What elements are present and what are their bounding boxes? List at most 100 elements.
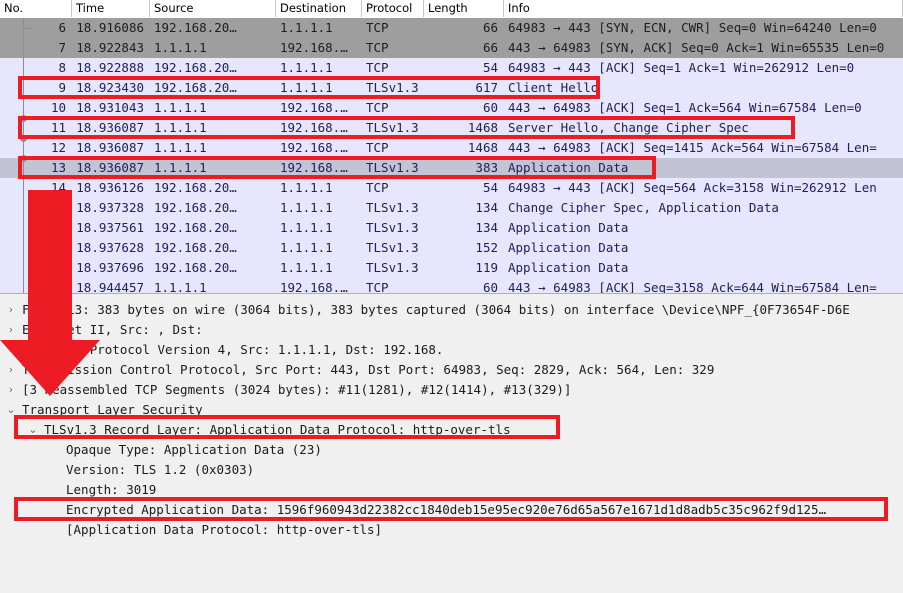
chevron-right-icon[interactable]: › [4, 360, 18, 380]
detail-row[interactable]: › [3 Reassembled TCP Segments (3024 bytes… [0, 380, 903, 400]
cell-source: 1.1.1.1 [154, 280, 207, 293]
detail-row[interactable]: Version: TLS 1.2 (0x0303) [0, 460, 903, 480]
flow-node [20, 115, 27, 122]
table-row[interactable]: 9 18.923430 192.168.20… 1.1.1.1 TLSv1.3 617 Cl… [0, 78, 903, 98]
detail-row-label: Encrypted Application Data: 1596f960943d… [66, 502, 827, 517]
detail-row[interactable]: ⌄ TLSv1.3 Record Layer: Application Data … [0, 420, 903, 440]
cell-time: 18.916086 [76, 20, 144, 35]
column-header-length[interactable]: Length [424, 0, 504, 17]
cell-length: 66 [482, 40, 498, 55]
wireshark-window: No. Time Source Destination Protocol Length In… [0, 0, 903, 593]
detail-row[interactable]: › Frame 13: 383 bytes on wire (3064 bits)… [0, 300, 903, 320]
table-row[interactable]: 18.937328 192.168.20… 1.1.1.1 TLSv1.3 134 Cha… [0, 198, 903, 218]
cell-info: 443 → 64983 [ACK] Seq=1415 Ack=564 Win=6… [508, 140, 877, 155]
cell-protocol: TCP [366, 40, 389, 55]
cell-time: 18.931043 [76, 100, 144, 115]
cell-info: Application Data [508, 240, 629, 255]
cell-source: 192.168.20… [154, 240, 237, 255]
cell-destination: 1.1.1.1 [280, 200, 333, 215]
flow-node [20, 155, 27, 162]
detail-row-label: TLSv1.3 Record Layer: Application Data P… [44, 422, 511, 437]
chevron-right-icon[interactable]: › [4, 300, 18, 320]
cell-destination: 1.1.1.1 [280, 260, 333, 275]
cell-source: 1.1.1.1 [154, 120, 207, 135]
tcp-stream-flow-gutter [0, 18, 33, 293]
cell-source: 192.168.20… [154, 200, 237, 215]
cell-length: 134 [475, 220, 498, 235]
packet-list-rows[interactable]: 6 18.916086 192.168.20… 1.1.1.1 TCP 66 64983 →… [0, 18, 903, 293]
cell-protocol: TCP [366, 20, 389, 35]
cell-source: 192.168.20… [154, 80, 237, 95]
cell-source: 192.168.20… [154, 260, 237, 275]
cell-time: 18.944457 [76, 280, 144, 293]
table-row[interactable]: 18.937628 192.168.20… 1.1.1.1 TLSv1.3 152 App… [0, 238, 903, 258]
packet-list-pane[interactable]: No. Time Source Destination Protocol Length In… [0, 0, 903, 293]
cell-destination: 1.1.1.1 [280, 60, 333, 75]
detail-row-label: Transmission Control Protocol, Src Port:… [22, 362, 715, 377]
chevron-down-icon[interactable]: ⌄ [4, 400, 18, 420]
cell-protocol: TCP [366, 280, 389, 293]
cell-length: 617 [475, 80, 498, 95]
table-row[interactable]: 12 18.936087 1.1.1.1 192.168.… TCP 1468 443 → … [0, 138, 903, 158]
cell-destination: 192.168.… [280, 280, 348, 293]
column-header-destination[interactable]: Destination [276, 0, 362, 17]
detail-row[interactable]: › Internet Protocol Version 4, Src: 1.1.1… [0, 340, 903, 360]
detail-row[interactable]: [Application Data Protocol: http-over-tl… [0, 520, 903, 540]
chevron-right-icon[interactable]: › [4, 340, 18, 360]
detail-row-label: Version: TLS 1.2 (0x0303) [66, 462, 255, 477]
table-row[interactable]: 13 18.936087 1.1.1.1 192.168.… TLSv1.3 383 App… [0, 158, 903, 178]
cell-source: 1.1.1.1 [154, 40, 207, 55]
packet-list-header[interactable]: No. Time Source Destination Protocol Length In… [0, 0, 903, 19]
table-row[interactable]: 14 18.936126 192.168.20… 1.1.1.1 TCP 54 64983 … [0, 178, 903, 198]
cell-protocol: TLSv1.3 [366, 220, 419, 235]
detail-row-label: Length: 3019 [66, 482, 157, 497]
cell-time: 18.923430 [76, 80, 144, 95]
detail-row[interactable]: Opaque Type: Application Data (23) [0, 440, 903, 460]
detail-row[interactable]: › Ethernet II, Src: , Dst: [0, 320, 903, 340]
table-row[interactable]: 10 18.931043 1.1.1.1 192.168.… TCP 60 443 → 64… [0, 98, 903, 118]
table-row[interactable]: 11 18.936087 1.1.1.1 192.168.… TLSv1.3 1468 Se… [0, 118, 903, 138]
cell-time: 18.922888 [76, 60, 144, 75]
detail-row[interactable]: Length: 3019 [0, 480, 903, 500]
table-row[interactable]: 18.937696 192.168.20… 1.1.1.1 TLSv1.3 119 App… [0, 258, 903, 278]
cell-time: 18.936126 [76, 180, 144, 195]
table-row[interactable]: 18.944457 1.1.1.1 192.168.… TCP 60 443 → 6498… [0, 278, 903, 293]
table-row[interactable]: 18.937561 192.168.20… 1.1.1.1 TLSv1.3 134 App… [0, 218, 903, 238]
detail-row-label: Frame 13: 383 bytes on wire (3064 bits),… [22, 302, 850, 317]
detail-row[interactable]: Encrypted Application Data: 1596f960943d… [0, 500, 903, 520]
cell-info: 64983 → 443 [SYN, ECN, CWR] Seq=0 Win=64… [508, 20, 877, 35]
cell-source: 1.1.1.1 [154, 160, 207, 175]
cell-info: Application Data [508, 220, 629, 235]
cell-length: 134 [475, 200, 498, 215]
cell-source: 1.1.1.1 [154, 100, 207, 115]
detail-row-label: Ethernet II, Src: , Dst: [22, 322, 203, 337]
detail-row-label: Opaque Type: Application Data (23) [66, 442, 322, 457]
chevron-right-icon[interactable]: › [4, 320, 18, 340]
cell-source: 192.168.20… [154, 180, 237, 195]
detail-row[interactable]: ⌄ Transport Layer Security [0, 400, 903, 420]
column-header-info[interactable]: Info [504, 0, 903, 17]
chevron-down-icon[interactable]: ⌄ [26, 420, 40, 440]
cell-info: 443 → 64983 [ACK] Seq=1 Ack=564 Win=6758… [508, 100, 862, 115]
cell-protocol: TLSv1.3 [366, 260, 419, 275]
cell-length: 1468 [467, 120, 498, 135]
cell-source: 192.168.20… [154, 220, 237, 235]
column-header-source[interactable]: Source [150, 0, 276, 17]
detail-row-label: Transport Layer Security [22, 402, 203, 417]
detail-row-label: [3 Reassembled TCP Segments (3024 bytes)… [22, 382, 572, 397]
chevron-right-icon[interactable]: › [4, 380, 18, 400]
packet-details-pane[interactable]: › Frame 13: 383 bytes on wire (3064 bits)… [0, 300, 903, 593]
column-header-protocol[interactable]: Protocol [362, 0, 424, 17]
column-header-no[interactable]: No. [0, 0, 72, 17]
cell-info: 64983 → 443 [ACK] Seq=564 Ack=3158 Win=2… [508, 180, 877, 195]
detail-row-label: Internet Protocol Version 4, Src: 1.1.1.… [22, 342, 444, 357]
cell-info: Application Data [508, 260, 629, 275]
table-row[interactable]: 7 18.922843 1.1.1.1 192.168.… TCP 66 443 → 649… [0, 38, 903, 58]
table-row[interactable]: 8 18.922888 192.168.20… 1.1.1.1 TCP 54 64983 →… [0, 58, 903, 78]
column-header-time[interactable]: Time [72, 0, 150, 17]
cell-info: 443 → 64983 [ACK] Seq=3158 Ack=644 Win=6… [508, 280, 877, 293]
detail-row[interactable]: › Transmission Control Protocol, Src Port… [0, 360, 903, 380]
cell-length: 383 [475, 160, 498, 175]
cell-time: 18.936087 [76, 140, 144, 155]
table-row[interactable]: 6 18.916086 192.168.20… 1.1.1.1 TCP 66 64983 →… [0, 18, 903, 38]
